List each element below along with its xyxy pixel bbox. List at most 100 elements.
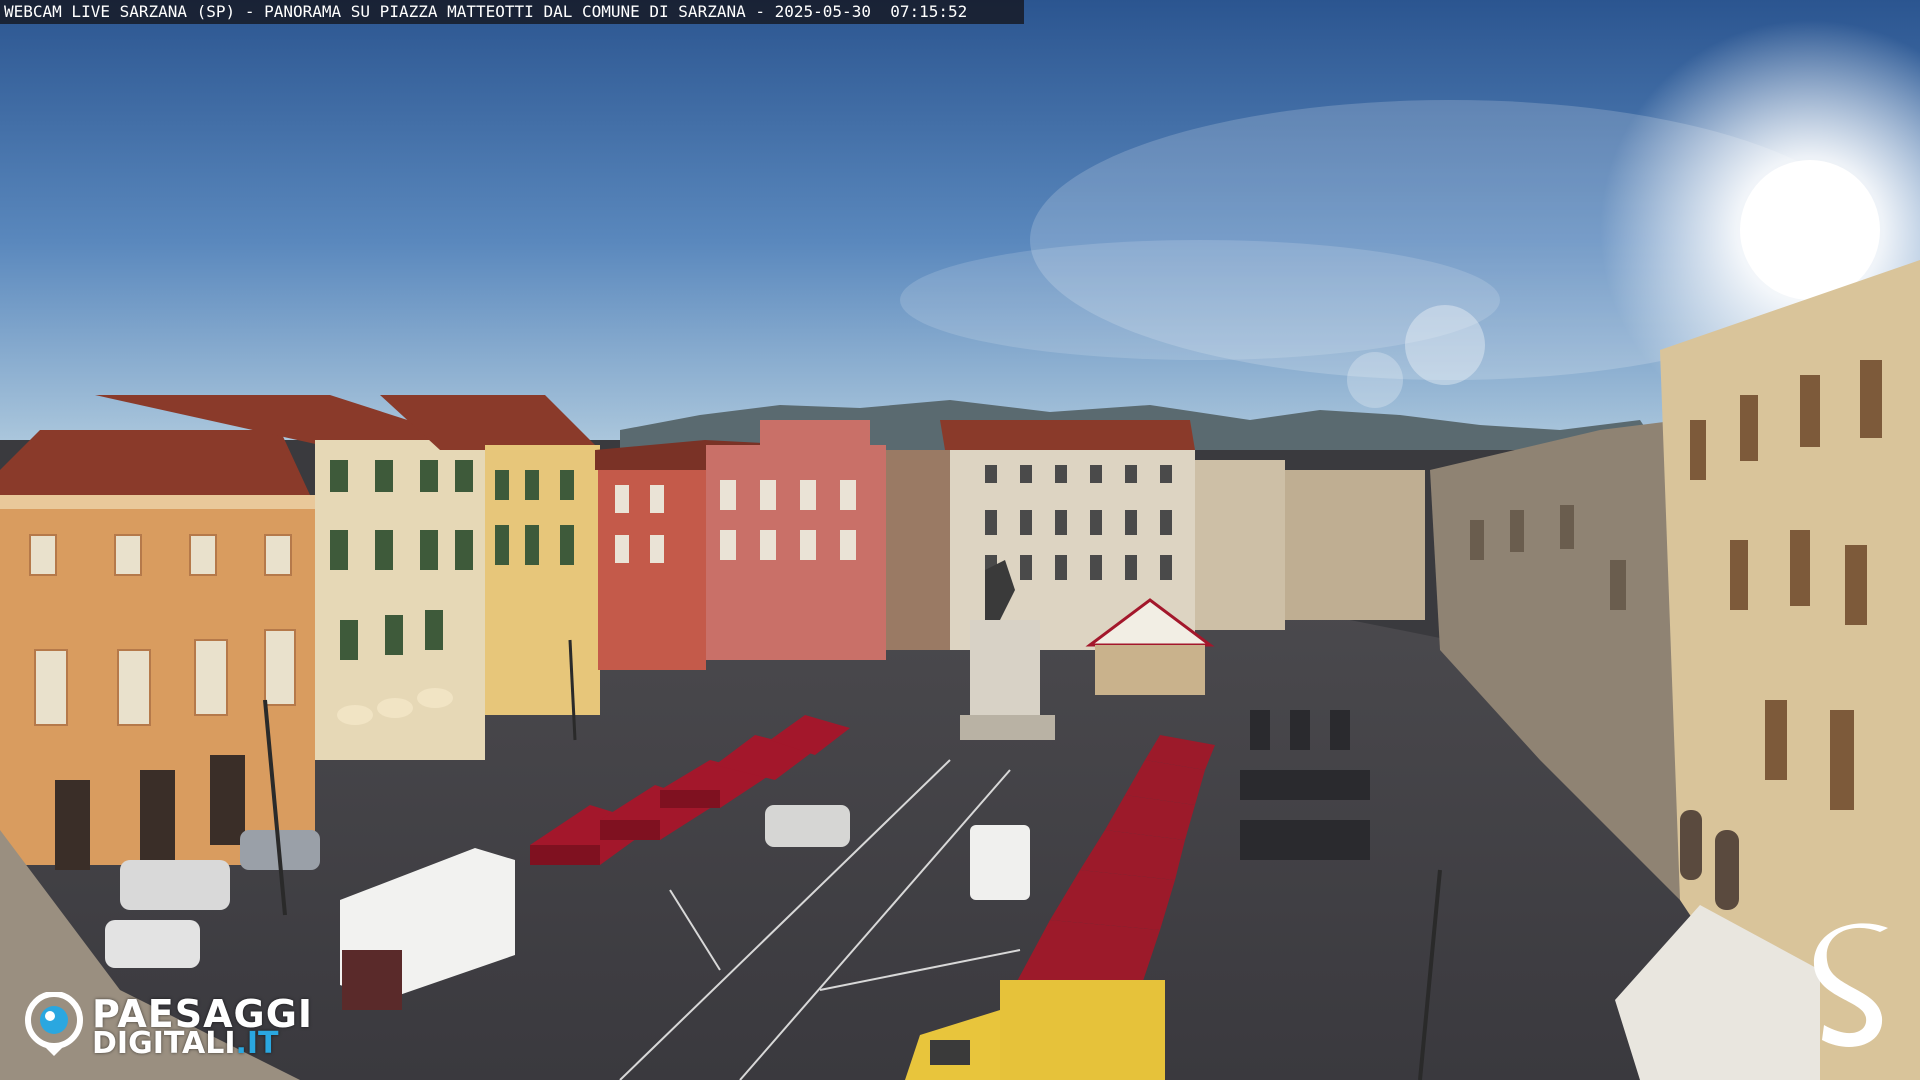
logo-text-line2: DIGITALI.IT bbox=[92, 1026, 279, 1061]
arch-doorway bbox=[1715, 830, 1739, 910]
cafe-table bbox=[1290, 710, 1310, 750]
parked-car bbox=[105, 920, 200, 968]
shutter bbox=[1860, 360, 1882, 438]
window bbox=[720, 480, 736, 510]
window bbox=[720, 530, 736, 560]
building-distant bbox=[1285, 470, 1425, 620]
roof bbox=[0, 430, 310, 495]
logo-text-it: .IT bbox=[235, 1026, 279, 1061]
window bbox=[1090, 510, 1102, 535]
window bbox=[189, 534, 217, 576]
truck-cab bbox=[342, 950, 402, 1010]
window bbox=[1510, 510, 1524, 552]
window bbox=[264, 629, 296, 706]
logo-text-digitali: DIGITALI bbox=[92, 1026, 236, 1061]
pickup-truck bbox=[970, 825, 1030, 900]
monument-base bbox=[970, 620, 1040, 720]
building-rose-tower bbox=[760, 420, 870, 460]
roof bbox=[940, 420, 1195, 450]
window bbox=[840, 480, 856, 510]
window bbox=[264, 534, 292, 576]
window bbox=[1125, 510, 1137, 535]
window bbox=[840, 530, 856, 560]
cafe-table bbox=[1240, 820, 1370, 860]
window bbox=[1160, 555, 1172, 580]
shutter bbox=[455, 530, 473, 570]
market-canopy-side bbox=[600, 820, 660, 840]
window bbox=[985, 510, 997, 535]
window bbox=[1470, 520, 1484, 560]
window bbox=[615, 535, 629, 563]
window bbox=[1055, 555, 1067, 580]
shutter bbox=[560, 470, 574, 500]
monument-plinth bbox=[960, 715, 1055, 740]
cafe-table bbox=[1250, 710, 1270, 750]
shutter bbox=[525, 525, 539, 565]
window bbox=[1560, 505, 1574, 549]
webcam-frame: WEBCAM LIVE SARZANA (SP) - PANORAMA SU P… bbox=[0, 0, 1920, 1080]
sarzana-s-logo bbox=[1810, 920, 1900, 1060]
market-canopy-side bbox=[660, 790, 720, 808]
van-windshield bbox=[930, 1040, 970, 1065]
window bbox=[985, 465, 997, 483]
awning bbox=[337, 705, 373, 725]
shutter bbox=[1845, 545, 1867, 625]
window bbox=[114, 534, 142, 576]
shutter bbox=[340, 620, 358, 660]
window bbox=[1090, 555, 1102, 580]
window bbox=[1055, 465, 1067, 483]
shutter bbox=[1765, 700, 1787, 780]
window bbox=[29, 534, 57, 576]
webcam-caption: WEBCAM LIVE SARZANA (SP) - PANORAMA SU P… bbox=[0, 0, 1024, 24]
window bbox=[1020, 555, 1032, 580]
paesaggi-digitali-logo: PAESAGGI DIGITALI.IT bbox=[24, 990, 334, 1061]
shutter bbox=[1830, 710, 1854, 810]
window bbox=[1125, 555, 1137, 580]
shutter bbox=[455, 460, 473, 492]
shutter bbox=[1800, 375, 1820, 447]
shutter bbox=[1790, 530, 1810, 606]
window bbox=[800, 480, 816, 510]
window bbox=[650, 535, 664, 563]
carousel-body bbox=[1095, 645, 1205, 695]
shutter bbox=[1740, 395, 1758, 461]
cafe-table bbox=[1240, 770, 1370, 800]
cafe-table bbox=[1330, 710, 1350, 750]
shutter bbox=[495, 525, 509, 565]
window bbox=[1055, 510, 1067, 535]
awning bbox=[417, 688, 453, 708]
shutter bbox=[375, 530, 393, 570]
s-logo-icon bbox=[1813, 923, 1888, 1047]
cornice bbox=[0, 495, 315, 509]
window bbox=[117, 649, 151, 726]
window bbox=[1160, 465, 1172, 483]
van-box bbox=[1000, 980, 1165, 1080]
window bbox=[615, 485, 629, 513]
window bbox=[760, 480, 776, 510]
shutter bbox=[1730, 540, 1748, 610]
doorway bbox=[140, 770, 175, 860]
shutter bbox=[560, 525, 574, 565]
lens-flare bbox=[1347, 352, 1403, 408]
shutter bbox=[1690, 420, 1706, 480]
window bbox=[800, 530, 816, 560]
window bbox=[1020, 510, 1032, 535]
shutter bbox=[330, 460, 348, 492]
doorway bbox=[55, 780, 90, 870]
window bbox=[1125, 465, 1137, 483]
window bbox=[1020, 465, 1032, 483]
shutter bbox=[495, 470, 509, 500]
doorway bbox=[210, 755, 245, 845]
shutter bbox=[420, 460, 438, 492]
shutter bbox=[420, 530, 438, 570]
shutter bbox=[330, 530, 348, 570]
shutter bbox=[375, 460, 393, 492]
parked-car bbox=[120, 860, 230, 910]
eye-logo-icon bbox=[25, 992, 83, 1056]
window bbox=[1610, 560, 1626, 610]
window bbox=[1090, 465, 1102, 483]
piazza-panorama-image bbox=[0, 0, 1920, 1080]
arch-doorway bbox=[1680, 810, 1702, 880]
building-distant bbox=[1195, 460, 1285, 630]
shutter bbox=[525, 470, 539, 500]
